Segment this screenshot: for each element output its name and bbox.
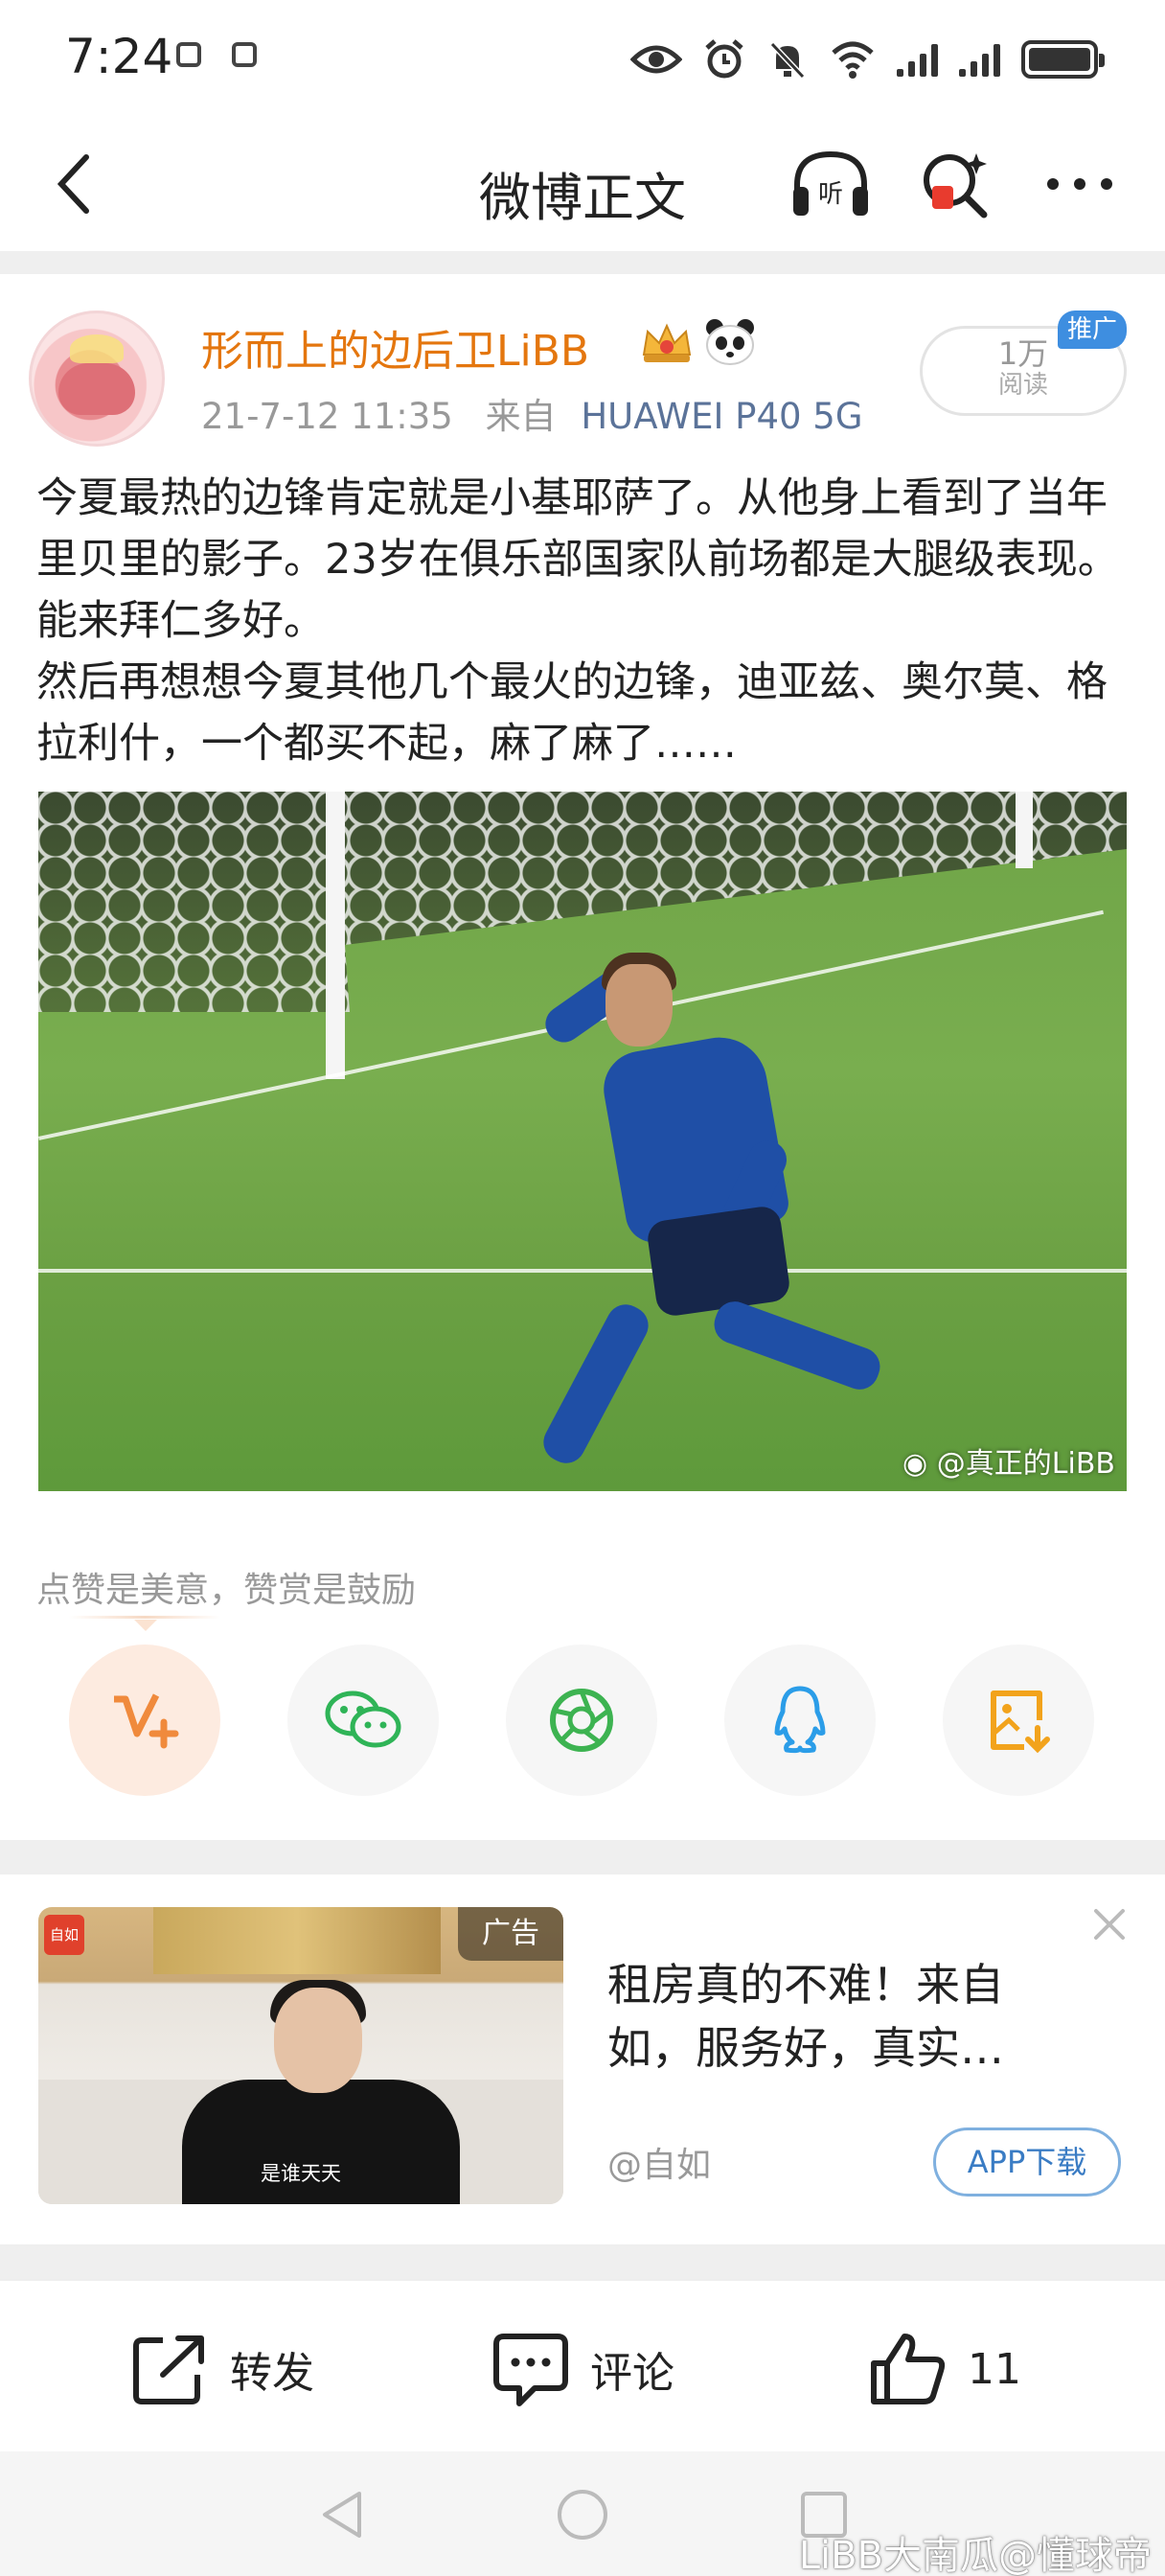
qq-penguin-icon xyxy=(774,1686,826,1754)
repost-icon xyxy=(133,2335,204,2404)
status-icons xyxy=(630,33,1105,86)
comment-label: 评论 xyxy=(590,2349,674,2398)
reward-v-plus-icon xyxy=(114,1693,179,1749)
ad-person-head xyxy=(274,1988,362,2093)
ad-painting xyxy=(153,1907,441,1974)
eye-icon xyxy=(630,45,682,74)
signal-icon-1 xyxy=(897,42,938,77)
thumbs-up-icon xyxy=(871,2334,946,2404)
more-button[interactable] xyxy=(1037,146,1123,222)
post-meta: 21-7-12 11:35 来自 HUAWEI P40 5G xyxy=(201,387,863,439)
repost-label: 转发 xyxy=(230,2349,314,2398)
watermark-text: @真正的LiBB xyxy=(936,1447,1115,1481)
battery-icon xyxy=(1021,40,1105,79)
share-qq-button[interactable] xyxy=(724,1644,876,1796)
nav-home-button[interactable] xyxy=(554,2486,611,2543)
source-credit-watermark: LiBB大南瓜@懂球帝 xyxy=(798,2534,1152,2576)
status-bar: 7:24 xyxy=(0,0,1165,117)
separator xyxy=(0,251,1165,274)
ad-account[interactable]: @自如 xyxy=(607,2137,711,2187)
nav-home-circle-icon xyxy=(558,2490,607,2540)
share-moments-button[interactable] xyxy=(506,1644,657,1796)
player-leg xyxy=(537,1298,655,1470)
weibo-logo-icon: ◉ xyxy=(902,1447,928,1481)
wifi-icon xyxy=(832,41,874,79)
like-button[interactable]: 11 xyxy=(868,2329,1021,2409)
comment-icon xyxy=(493,2334,568,2406)
weibo-post-page: 7:24 微博正文 听 形而上的边后卫LiBB 21-7-12 11:35 来自… xyxy=(0,0,1165,2576)
player-leg-2 xyxy=(708,1296,886,1395)
goal-post xyxy=(326,792,345,1079)
comment-button[interactable]: 评论 xyxy=(491,2329,674,2409)
alarm-icon xyxy=(705,39,743,79)
author-name[interactable]: 形而上的边后卫LiBB xyxy=(201,316,589,378)
signal-icon-2 xyxy=(959,42,1000,77)
notification-app-icon-2 xyxy=(232,42,257,67)
hint-underline xyxy=(69,1616,220,1619)
player-head xyxy=(605,964,673,1046)
ad-title[interactable]: 租房真的不难！来自如，服务好，真实… xyxy=(607,1953,1086,2080)
image-watermark: ◉ @真正的LiBB xyxy=(902,1439,1115,1482)
goal-net xyxy=(38,792,1127,1012)
post-device: HUAWEI P40 5G xyxy=(581,396,863,437)
read-label: 阅读 xyxy=(997,371,1048,400)
source-prefix: 来自 xyxy=(485,396,557,437)
section-gap xyxy=(0,1840,1165,1874)
more-dots-icon xyxy=(1047,178,1112,190)
ad-label: 广告 xyxy=(458,1907,563,1961)
like-count: 11 xyxy=(968,2344,1021,2394)
post-card: 形而上的边后卫LiBB 21-7-12 11:35 来自 HUAWEI P40 … xyxy=(0,274,1165,1840)
crown-badge-icon xyxy=(642,323,692,362)
ziroom-logo: 自如 xyxy=(44,1915,84,1955)
wechat-icon xyxy=(325,1690,401,1748)
post-image[interactable]: ◉ @真正的LiBB xyxy=(38,792,1127,1491)
save-image-icon xyxy=(991,1690,1050,1754)
promo-tag: 推广 xyxy=(1058,310,1127,349)
listen-button[interactable]: 听 xyxy=(788,146,874,222)
headphones-listen-icon: 听 xyxy=(793,150,868,216)
avatar[interactable] xyxy=(29,310,165,447)
ad-image[interactable]: 是谁天天 自如 广告 xyxy=(38,1907,563,2204)
mute-bell-icon xyxy=(769,41,806,80)
system-nav-bar: LiBB大南瓜@懂球帝 xyxy=(0,2451,1165,2576)
moments-aperture-icon xyxy=(550,1689,613,1752)
share-row xyxy=(0,1644,1165,1798)
ai-search-icon xyxy=(924,153,988,218)
title-bar: 微博正文 听 xyxy=(0,117,1165,251)
nav-back-button[interactable] xyxy=(312,2486,370,2543)
ad-video-subtitle: 是谁天天 xyxy=(261,2162,341,2185)
like-hint: 点赞是美意，赞赏是鼓励 xyxy=(36,1571,417,1610)
hint-caret xyxy=(134,1620,157,1631)
goal-post-far xyxy=(1016,792,1033,868)
app-download-button[interactable]: APP下载 xyxy=(933,2128,1121,2196)
status-time: 7:24 xyxy=(65,29,173,84)
notification-app-icon xyxy=(176,42,201,67)
post-timestamp: 21-7-12 11:35 xyxy=(201,396,453,437)
post-text: 今夏最热的边锋肯定就是小基耶萨了。从他身上看到了当年里贝里的影子。23岁在俱乐部… xyxy=(36,474,1119,768)
nav-back-triangle-icon xyxy=(323,2492,361,2538)
ad-card[interactable]: 是谁天天 自如 广告 租房真的不难！来自如，服务好，真实… @自如 APP下载 xyxy=(0,1874,1165,2244)
panda-badge-icon xyxy=(706,319,754,365)
svg-text:听: 听 xyxy=(818,180,843,209)
pitch-line-2 xyxy=(38,1269,1127,1273)
close-icon[interactable] xyxy=(1088,1903,1131,1945)
reward-button[interactable] xyxy=(69,1644,220,1796)
save-image-button[interactable] xyxy=(943,1644,1094,1796)
ai-search-button[interactable] xyxy=(914,146,1000,222)
section-gap-2 xyxy=(0,2244,1165,2279)
share-wechat-button[interactable] xyxy=(287,1644,439,1796)
player-shorts xyxy=(645,1204,792,1319)
repost-button[interactable]: 转发 xyxy=(130,2329,314,2409)
action-bar: 转发 评论 11 xyxy=(0,2279,1165,2451)
